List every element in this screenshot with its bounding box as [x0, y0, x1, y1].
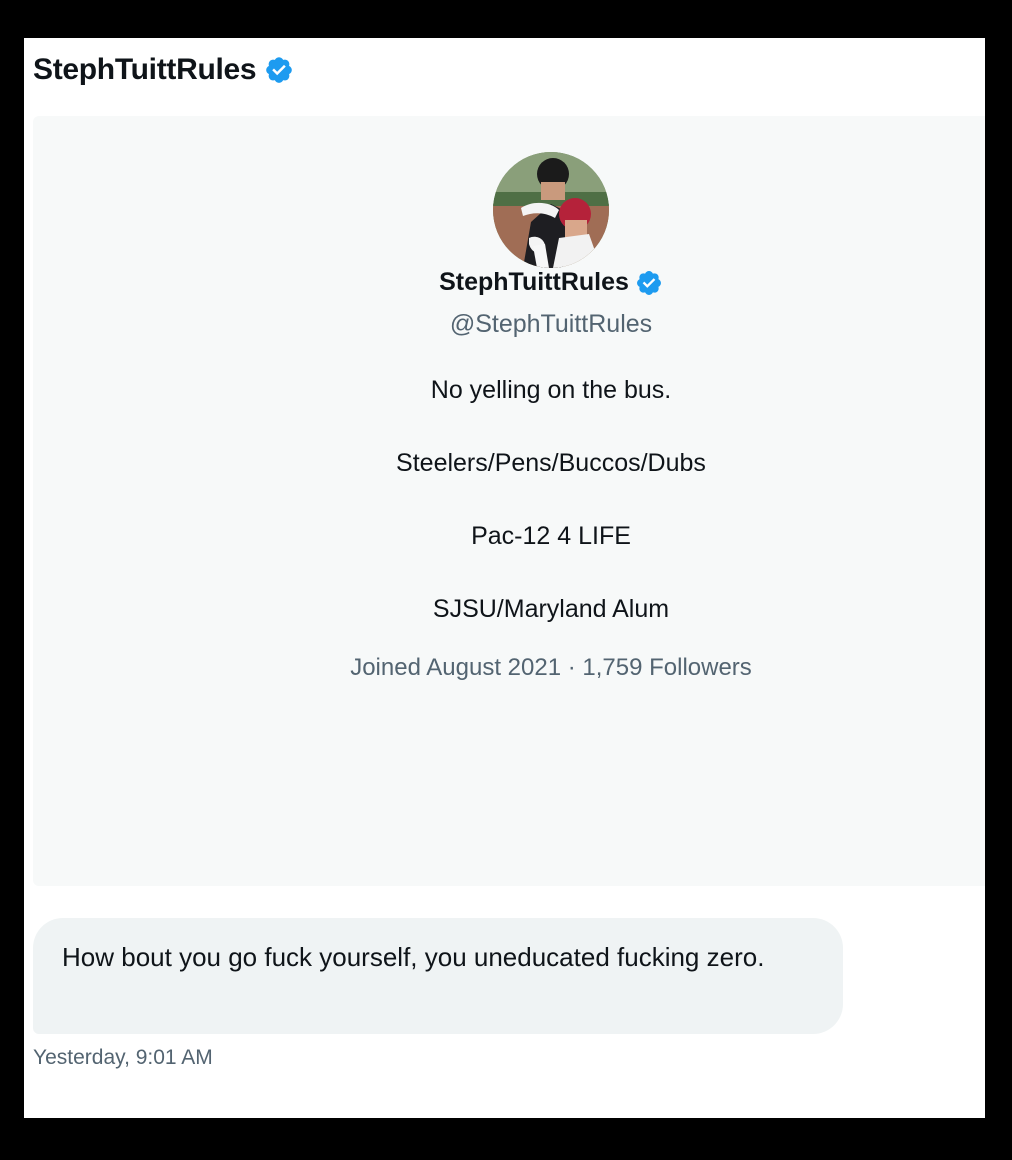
- conversation-title[interactable]: StephTuittRules: [33, 53, 257, 87]
- profile-handle[interactable]: @StephTuittRules: [33, 310, 985, 339]
- bio-line: Pac-12 4 LIFE: [471, 522, 631, 550]
- message-text: How bout you go fuck yourself, you unedu…: [62, 942, 765, 972]
- conversation-header: StephTuittRules: [33, 52, 294, 88]
- bio-line: No yelling on the bus.: [430, 376, 672, 404]
- profile-card[interactable]: StephTuittRules @StephTuittRules No yell…: [33, 116, 985, 886]
- verified-badge-icon: [264, 55, 294, 85]
- profile-name[interactable]: StephTuittRules: [439, 268, 629, 297]
- profile-name-row: StephTuittRules: [33, 268, 985, 297]
- message-timestamp: Yesterday, 9:01 AM: [33, 1046, 213, 1069]
- profile-avatar[interactable]: [493, 152, 609, 268]
- message-bubble[interactable]: How bout you go fuck yourself, you unedu…: [33, 918, 843, 1034]
- profile-meta: Joined August 2021 · 1,759 Followers: [350, 654, 752, 681]
- verified-badge-icon: [635, 269, 663, 297]
- dm-conversation-window: StephTuittRules StephTuittRules @StephTu…: [24, 38, 985, 1118]
- bio-line: Steelers/Pens/Buccos/Dubs: [396, 449, 706, 477]
- bio-line: SJSU/Maryland Alum: [432, 595, 670, 623]
